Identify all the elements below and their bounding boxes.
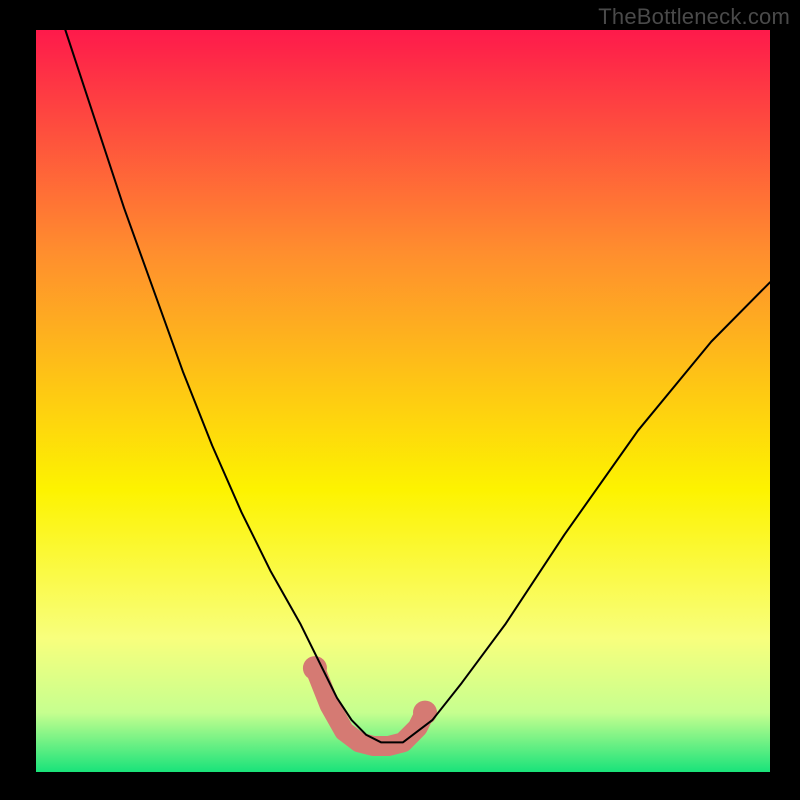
chart-stage: TheBottleneck.com	[0, 0, 800, 800]
plot-background	[36, 30, 770, 772]
highlight-endpoint-b	[413, 701, 437, 725]
bottleneck-chart	[0, 0, 800, 800]
watermark-text: TheBottleneck.com	[598, 4, 790, 30]
